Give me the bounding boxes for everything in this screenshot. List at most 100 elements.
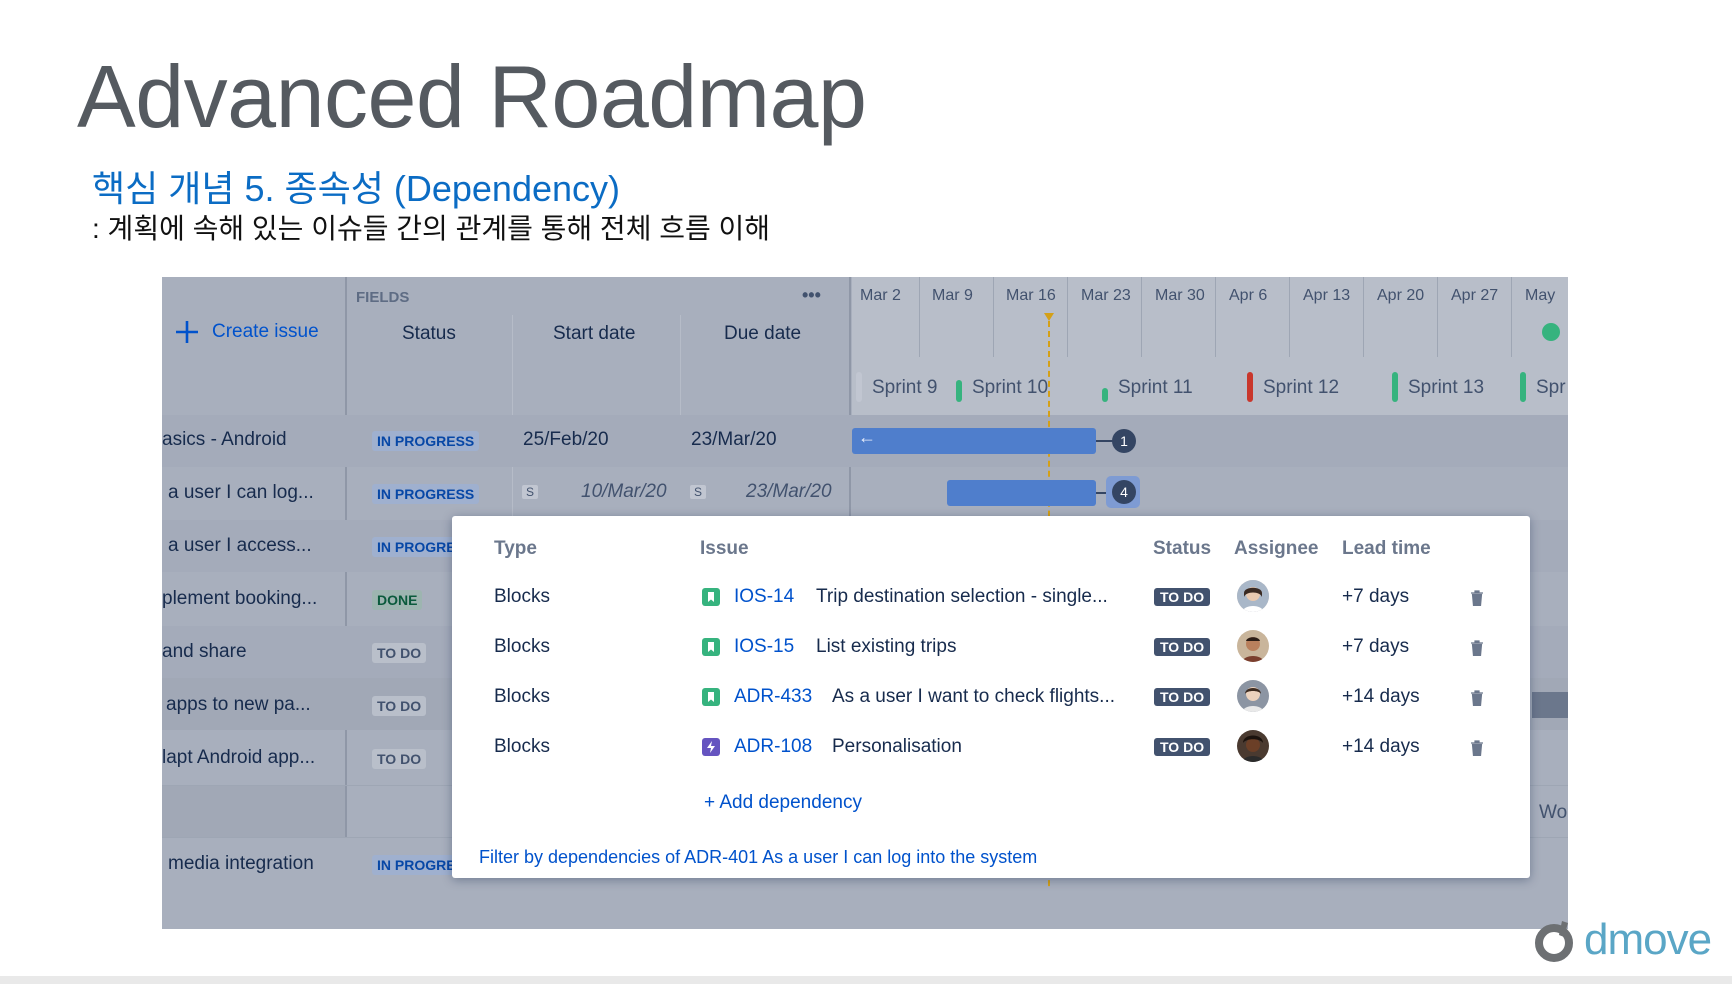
issue-summary[interactable]: Trip destination selection - single... — [816, 586, 1108, 608]
group-label: Wo — [1539, 802, 1568, 823]
row-summary[interactable]: and share — [162, 641, 247, 663]
create-issue-button[interactable]: Create issue — [174, 319, 319, 345]
sprint-label[interactable]: Sprint 11 — [1118, 377, 1193, 399]
dependency-popup: Type Issue Status Assignee Lead time Blo… — [452, 516, 1530, 878]
slide-title: Advanced Roadmap — [77, 47, 867, 146]
week-divider — [919, 277, 920, 357]
lead-time: +14 days — [1342, 686, 1420, 707]
slide-description: : 계획에 속해 있는 이슈들 간의 관계를 통해 전체 흐름 이해 — [92, 213, 771, 244]
sprint-label[interactable]: Sprint 13 — [1408, 377, 1484, 399]
week-divider — [1289, 277, 1290, 357]
issue-key-link[interactable]: ADR-433 — [734, 686, 812, 708]
sprint-marker — [856, 372, 862, 402]
status-lozenge: TO DO — [1154, 638, 1211, 656]
column-due-date[interactable]: Due date — [724, 323, 801, 345]
sprint-label[interactable]: Sprint 9 — [872, 377, 937, 399]
trash-icon[interactable] — [1470, 590, 1484, 606]
timeline-date: Mar 9 — [932, 287, 973, 304]
column-start-date[interactable]: Start date — [553, 323, 635, 345]
timeline-date: Mar 2 — [860, 287, 901, 304]
slide-subtitle: 핵심 개념 5. 종속성 (Dependency) — [92, 168, 620, 209]
week-divider — [993, 277, 994, 357]
column-divider — [680, 315, 681, 415]
row-summary[interactable]: a user I can log... — [168, 482, 314, 504]
header-status: Status — [1153, 538, 1212, 559]
issue-key-link[interactable]: IOS-14 — [734, 586, 794, 608]
timeline-date: May — [1525, 287, 1556, 304]
release-marker-icon[interactable] — [1542, 323, 1560, 341]
dependency-type[interactable]: Blocks — [494, 686, 550, 708]
column-status[interactable]: Status — [402, 323, 456, 345]
dependency-badge[interactable]: 1 — [1112, 429, 1136, 453]
trash-icon[interactable] — [1470, 690, 1484, 706]
timeline-date: Apr 27 — [1451, 287, 1499, 304]
more-icon[interactable]: ••• — [802, 285, 821, 306]
row-summary[interactable]: lapt Android app... — [162, 747, 315, 769]
start-date[interactable]: 25/Feb/20 — [523, 429, 609, 451]
timeline-date: Apr 6 — [1229, 287, 1268, 304]
sprint-marker — [1392, 372, 1398, 402]
story-icon — [702, 638, 720, 656]
row-summary[interactable]: plement booking... — [162, 588, 317, 610]
timeline-divider — [849, 277, 851, 517]
lead-time: +14 days — [1342, 736, 1420, 757]
roadmap-bar[interactable] — [947, 480, 1096, 506]
avatar[interactable] — [1237, 580, 1269, 612]
story-icon — [702, 588, 720, 606]
timeline-date: Apr 20 — [1377, 287, 1425, 304]
logo-mark-icon — [1535, 921, 1573, 962]
plus-icon — [176, 321, 198, 343]
logo-text: dmove — [1584, 915, 1712, 964]
group-row — [162, 786, 345, 837]
issue-key-link[interactable]: ADR-108 — [734, 736, 812, 758]
row-summary[interactable]: media integration — [168, 853, 314, 875]
sprint-label[interactable]: Sprint 10 — [972, 377, 1048, 399]
dependency-badge[interactable]: 4 — [1112, 480, 1136, 504]
avatar[interactable] — [1237, 630, 1269, 662]
status-lozenge: TO DO — [1154, 588, 1211, 606]
status-lozenge: DONE — [372, 590, 423, 610]
week-divider — [1437, 277, 1438, 357]
week-divider — [1363, 277, 1364, 357]
sprint-marker — [956, 380, 962, 402]
row-summary[interactable]: asics - Android — [162, 429, 287, 451]
trash-icon[interactable] — [1470, 740, 1484, 756]
avatar[interactable] — [1237, 730, 1269, 762]
due-date[interactable]: 23/Mar/20 — [691, 429, 777, 451]
header-type: Type — [494, 538, 537, 559]
roadmap-bar[interactable] — [1532, 692, 1568, 718]
timeline-date: Mar 23 — [1081, 287, 1131, 304]
avatar[interactable] — [1237, 680, 1269, 712]
fields-label: FIELDS — [356, 289, 410, 306]
due-date[interactable]: 23/Mar/20 — [746, 481, 832, 503]
status-lozenge: TO DO — [1154, 688, 1211, 706]
start-date[interactable]: 10/Mar/20 — [581, 481, 667, 503]
create-issue-label: Create issue — [212, 321, 319, 342]
timeline-date: Apr 13 — [1303, 287, 1351, 304]
sprint-tag: S — [690, 485, 707, 499]
sprint-label[interactable]: Sprint 12 — [1263, 377, 1339, 399]
week-divider — [1067, 277, 1068, 357]
sprint-label[interactable]: Spr — [1536, 377, 1566, 399]
status-lozenge: TO DO — [372, 696, 427, 716]
status-lozenge: TO DO — [1154, 738, 1211, 756]
dependency-type[interactable]: Blocks — [494, 736, 550, 758]
status-lozenge: IN PROGRE — [372, 855, 461, 875]
issue-summary[interactable]: As a user I want to check flights... — [832, 686, 1115, 708]
dependency-type[interactable]: Blocks — [494, 636, 550, 658]
roadmap-bar[interactable] — [852, 428, 1096, 454]
status-lozenge: IN PROGRESS — [372, 484, 480, 504]
dependency-type[interactable]: Blocks — [494, 586, 550, 608]
row-summary[interactable]: apps to new pa... — [166, 694, 311, 716]
header-lead-time: Lead time — [1342, 538, 1431, 559]
timeline-date: Mar 30 — [1155, 287, 1205, 304]
fields-header — [162, 277, 842, 415]
issue-key-link[interactable]: IOS-15 — [734, 636, 794, 658]
filter-dependencies-link[interactable]: Filter by dependencies of ADR-401 As a u… — [479, 847, 1037, 868]
issue-summary[interactable]: Personalisation — [832, 736, 962, 758]
issue-summary[interactable]: List existing trips — [816, 636, 956, 658]
add-dependency-button[interactable]: + Add dependency — [704, 792, 862, 814]
footer-area — [162, 888, 1568, 929]
row-summary[interactable]: a user I access... — [168, 535, 312, 557]
trash-icon[interactable] — [1470, 640, 1484, 656]
